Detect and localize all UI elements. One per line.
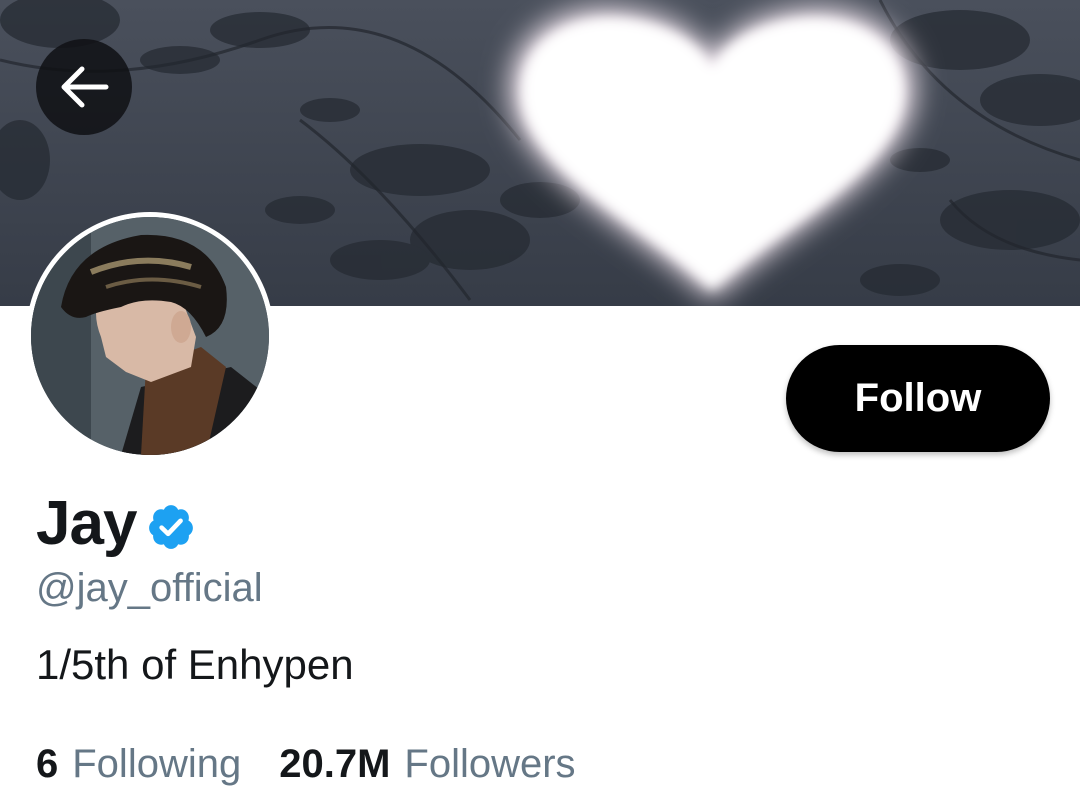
profile-avatar[interactable]: [26, 212, 274, 460]
back-button[interactable]: [36, 39, 132, 135]
following-stat[interactable]: 6 Following: [36, 742, 241, 787]
followers-count: 20.7M: [279, 742, 391, 786]
following-label: Following: [72, 742, 242, 786]
profile-bio: 1/5th of Enhypen: [36, 641, 354, 688]
profile-handle: @jay_official: [36, 566, 263, 610]
avatar-photo: [31, 217, 269, 455]
verified-badge-icon: [149, 505, 194, 549]
follow-button[interactable]: Follow: [786, 345, 1050, 452]
arrow-left-icon: [61, 66, 109, 108]
display-name: Jay: [36, 488, 137, 558]
profile-stats: 6 Following 20.7M Followers: [36, 742, 576, 787]
following-count: 6: [36, 742, 59, 786]
followers-label: Followers: [404, 742, 576, 786]
name-row: Jay: [36, 488, 196, 558]
followers-stat[interactable]: 20.7M Followers: [279, 742, 575, 787]
profile-page: Follow Jay @jay_official 1/5th of Enhype…: [0, 0, 1080, 806]
